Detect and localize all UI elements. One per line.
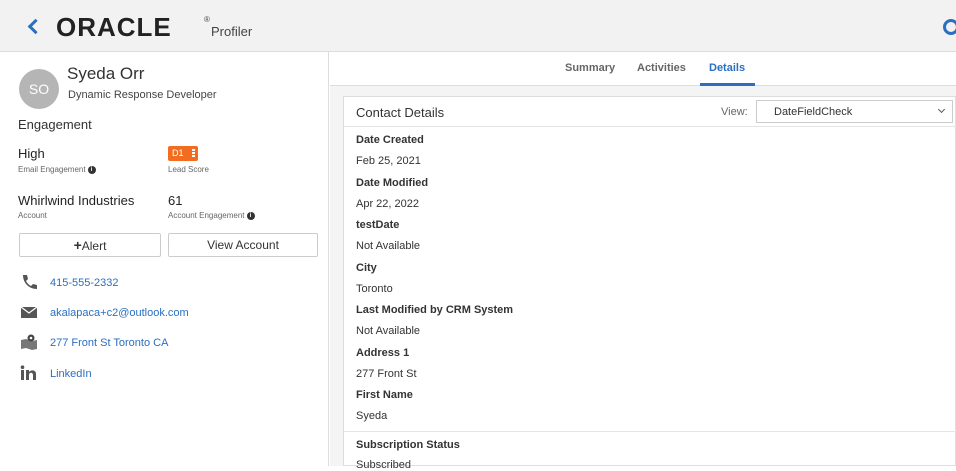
address-link[interactable]: 277 Front St Toronto CA <box>50 337 168 349</box>
tab-bar: Summary Activities Details <box>330 52 956 86</box>
account-label: Account <box>18 211 47 220</box>
view-account-button[interactable]: View Account <box>168 233 318 257</box>
account-engagement-value: 61 <box>168 193 183 208</box>
email-link[interactable]: akalapaca+c2@outlook.com <box>50 307 189 319</box>
field-label: testDate <box>356 219 400 231</box>
view-label: View: <box>721 106 748 118</box>
profile-name: Syeda Orr <box>67 64 145 83</box>
email-engagement-label: Email Engagement i <box>18 165 96 174</box>
oracle-logo: ORACLE <box>56 12 172 42</box>
envelope-icon <box>20 306 38 318</box>
tab-summary[interactable]: Summary <box>565 62 615 74</box>
linkedin-icon <box>20 365 36 380</box>
info-icon[interactable]: i <box>87 165 96 174</box>
tab-details[interactable]: Details <box>709 62 745 74</box>
back-chevron-icon[interactable] <box>27 18 44 35</box>
app-name: Profiler <box>211 24 253 39</box>
account-name: Whirlwind Industries <box>18 193 135 208</box>
profile-panel: SO Syeda Orr Dynamic Response Developer … <box>0 52 329 466</box>
lead-score-label: Lead Score <box>168 165 209 174</box>
field-label: Address 1 <box>356 347 410 359</box>
lead-score-badge: D1 <box>168 146 198 161</box>
avatar: SO <box>19 69 59 109</box>
view-select-value: DateFieldCheck <box>774 106 853 118</box>
field-value: Syeda <box>356 410 388 422</box>
engagement-heading: Engagement <box>18 117 92 132</box>
add-alert-button[interactable]: +Alert <box>19 233 161 257</box>
field-label: City <box>356 262 377 274</box>
phone-icon <box>23 275 37 289</box>
field-value: Subscribed <box>356 459 412 471</box>
active-tab-indicator <box>700 83 755 86</box>
contact-details-card: Contact Details View: DateFieldCheck Dat… <box>343 96 956 471</box>
phone-link[interactable]: 415-555-2332 <box>50 277 119 289</box>
card-title: Contact Details <box>356 105 445 120</box>
grid-icon <box>192 149 195 158</box>
plus-icon: + <box>73 237 82 253</box>
field-label: Subscription Status <box>356 439 460 451</box>
info-icon[interactable]: i <box>246 211 255 220</box>
account-engagement-label: Account Engagement i <box>168 211 255 220</box>
field-value: Toronto <box>356 283 393 295</box>
linkedin-link[interactable]: LinkedIn <box>50 368 92 380</box>
view-select[interactable]: DateFieldCheck <box>756 100 953 123</box>
registered-mark: ® <box>204 15 210 24</box>
field-label: Date Created <box>356 134 424 146</box>
field-value: Not Available <box>356 240 421 252</box>
details-panel: Summary Activities Details Contact Detai… <box>330 52 956 471</box>
field-value: Feb 25, 2021 <box>356 155 421 167</box>
field-value: Apr 22, 2022 <box>356 198 419 210</box>
app-header: ORACLE ® Profiler <box>0 0 956 52</box>
map-pin-icon <box>21 334 37 350</box>
card-header: Contact Details View: DateFieldCheck <box>344 97 956 127</box>
tab-activities[interactable]: Activities <box>637 62 686 74</box>
field-value: 277 Front St <box>356 368 417 380</box>
field-value: Not Available <box>356 325 421 337</box>
profile-title: Dynamic Response Developer <box>68 89 217 101</box>
email-engagement-value: High <box>18 146 45 161</box>
search-icon[interactable] <box>943 19 956 35</box>
section-divider <box>344 431 956 432</box>
chevron-down-icon <box>937 105 946 114</box>
field-label: Last Modified by CRM System <box>356 304 514 316</box>
field-label: Date Modified <box>356 177 429 189</box>
field-label: First Name <box>356 389 413 401</box>
